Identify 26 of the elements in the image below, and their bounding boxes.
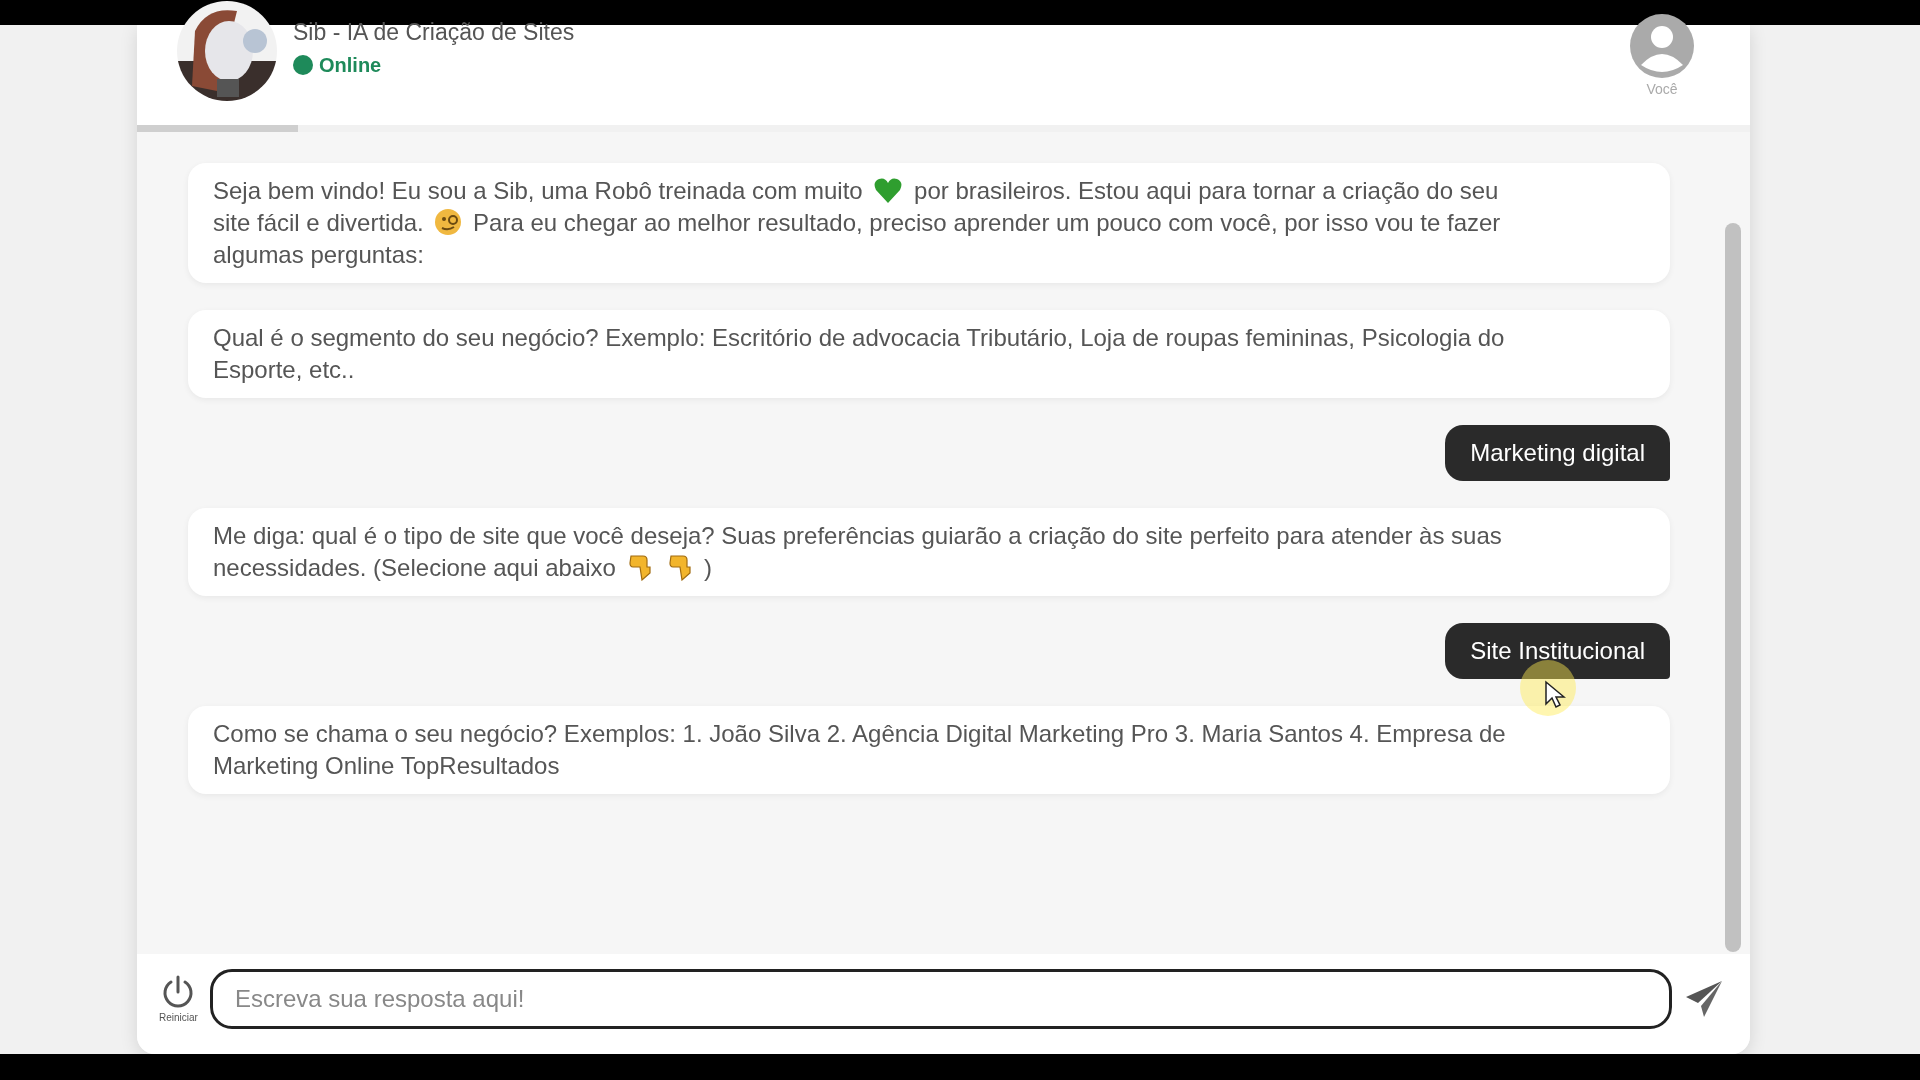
message-text: Qual é o segmento do seu negócio? Exemplo: Escritório de advocacia Tributário, Loja de roupas femininas, Psicologia do <box>213 324 1505 351</box>
user-message: Marketing digital <box>1445 425 1670 481</box>
scrollbar-thumb[interactable] <box>1725 223 1741 952</box>
restart-label: Reiniciar <box>159 1010 198 1025</box>
message-text: Como se chama o seu negócio? Exemplos: 1. João Silva 2. Agência Digital Marketing Pro 3. Maria Santos 4. Empresa de <box>213 720 1506 747</box>
restart-button[interactable]: Reiniciar <box>159 973 198 1025</box>
status-dot <box>293 55 313 75</box>
message-text: por brasileiros. Estou aqui para tornar a criação do seu <box>914 177 1499 204</box>
user-label: Você <box>1646 80 1678 99</box>
heart-icon <box>873 176 904 204</box>
message-text: necessidades. (Selecione aqui abaixo <box>213 554 616 581</box>
message-text: site fácil e divertida. <box>213 209 424 236</box>
status-label: Online <box>319 53 382 78</box>
user-message: Site Institucional <box>1445 623 1670 679</box>
message-text: Me diga: qual é o tipo de site que você deseja? Suas preferências guiarão a criação do site perfeito para atender às suas <box>213 522 1502 549</box>
message-input[interactable]: Escreva sua resposta aqui! <box>209 969 1672 1029</box>
send-button[interactable] <box>1684 979 1724 1019</box>
message-text: ) <box>703 554 712 581</box>
face-icon <box>434 208 463 236</box>
message-text: algumas perguntas: <box>213 241 424 268</box>
chat-title: Sib - IA de Criação de Sites <box>293 21 575 44</box>
message-text: Marketing Online TopResultados <box>213 752 560 779</box>
message-text: Para eu chegar ao melhor resultado, preciso aprender um pouco com você, por isso vou te fazer <box>473 209 1501 236</box>
send-icon <box>1684 979 1724 1019</box>
message-text: Esporte, etc.. <box>213 356 355 383</box>
message-text: Seja bem vindo! Eu sou a Sib, uma Robô treinada com muito <box>213 177 863 204</box>
